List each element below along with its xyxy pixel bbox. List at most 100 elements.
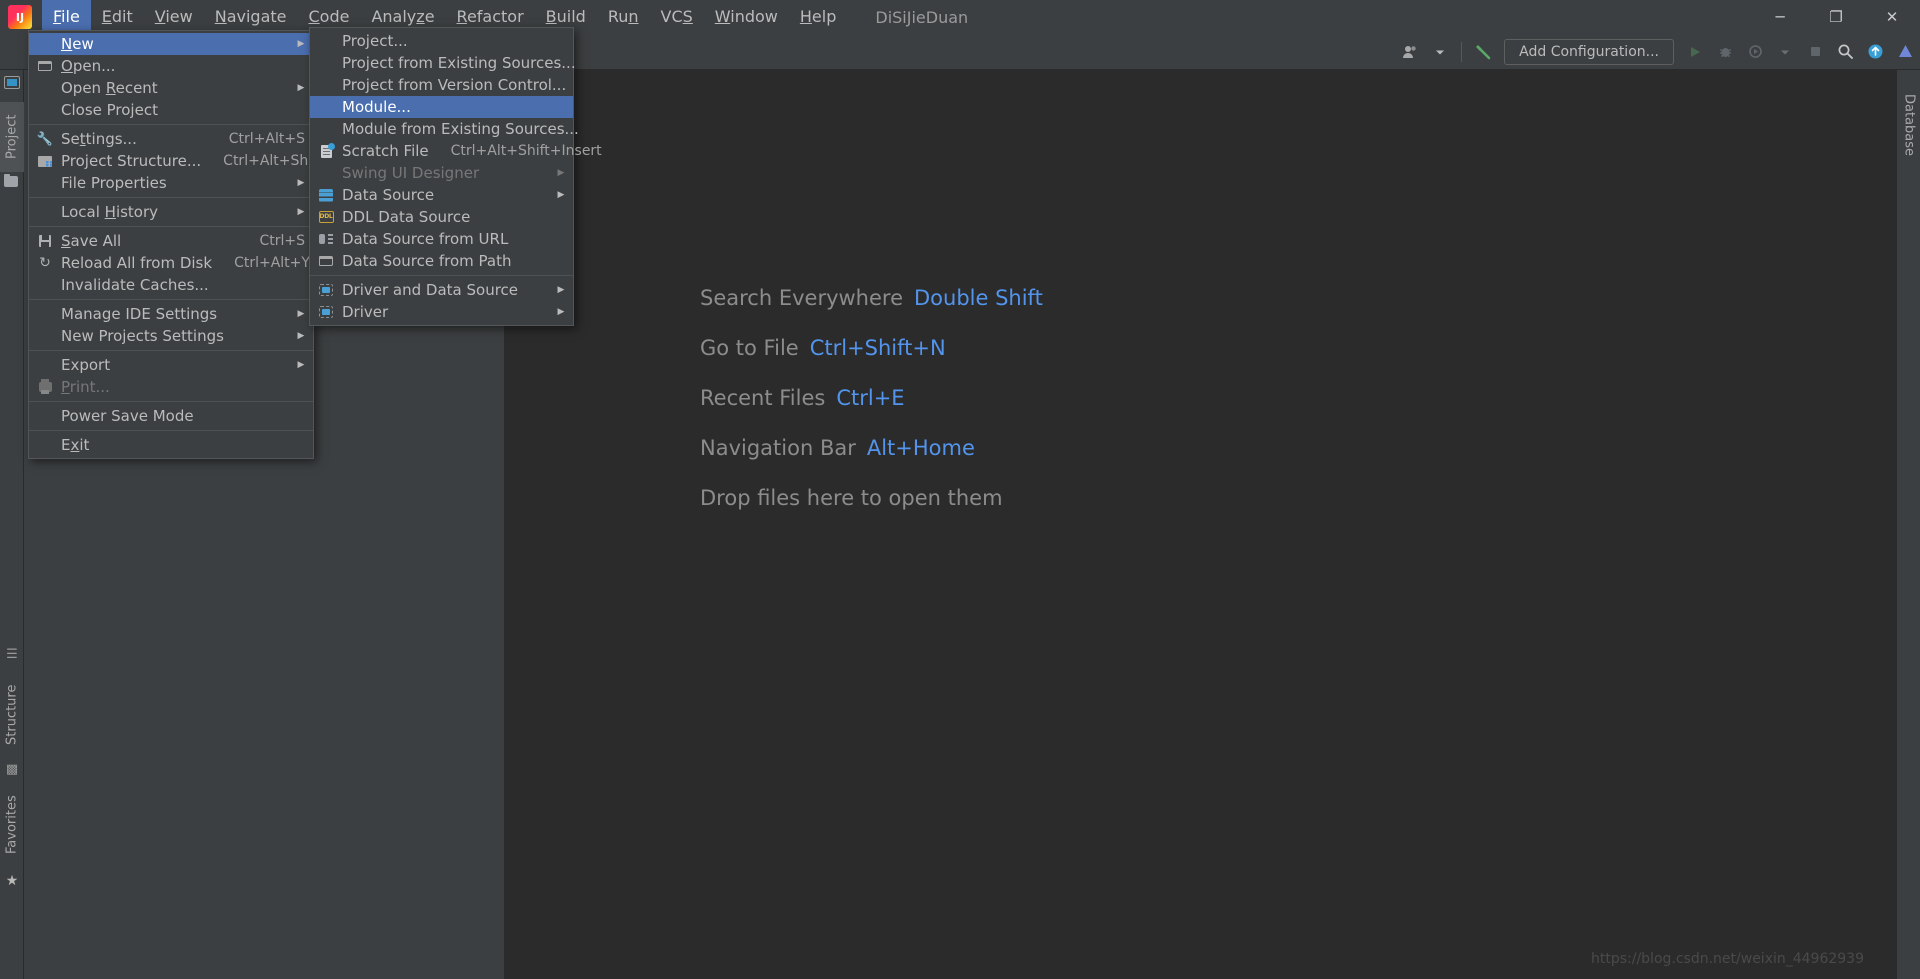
menu-item-label: Project from Version Control... bbox=[342, 76, 567, 94]
file-menu-open-recent[interactable]: Open Recent ▶ bbox=[29, 77, 313, 99]
new-ddl-data-source[interactable]: DDL DDL Data Source bbox=[310, 206, 573, 228]
tip-label: Search Everywhere bbox=[700, 286, 903, 310]
file-menu-project-structure[interactable]: Project Structure... Ctrl+Alt+Shift+S bbox=[29, 150, 343, 172]
file-menu-reload-all[interactable]: ↻ Reload All from Disk Ctrl+Alt+Y bbox=[29, 252, 313, 274]
chevron-down-icon[interactable] bbox=[1770, 39, 1800, 65]
new-project[interactable]: Project... bbox=[310, 30, 573, 52]
new-module[interactable]: Module... bbox=[310, 96, 573, 118]
tip-shortcut: Double Shift bbox=[914, 286, 1043, 310]
menu-item-label: Project from Existing Sources... bbox=[342, 54, 576, 72]
folder-icon bbox=[316, 253, 336, 269]
data-source-url-icon bbox=[316, 231, 336, 247]
menu-window[interactable]: Window bbox=[704, 0, 789, 34]
window-controls: ─ ❐ ✕ bbox=[1752, 0, 1920, 34]
submenu-arrow-icon: ▶ bbox=[297, 178, 305, 188]
search-icon[interactable] bbox=[1830, 39, 1860, 65]
menu-item-shortcut: Ctrl+Alt+Shift+Insert bbox=[450, 143, 602, 159]
menu-help[interactable]: Help bbox=[789, 0, 847, 34]
right-tool-strip: Database bbox=[1896, 70, 1920, 979]
no-icon-placeholder bbox=[35, 328, 55, 344]
new-data-source-from-url[interactable]: Data Source from URL bbox=[310, 228, 573, 250]
menu-item-label: Print... bbox=[61, 378, 110, 396]
close-button[interactable]: ✕ bbox=[1864, 0, 1920, 34]
no-icon-placeholder bbox=[35, 175, 55, 191]
file-menu-save-all[interactable]: Save All Ctrl+S bbox=[29, 230, 313, 252]
ddl-data-source-icon: DDL bbox=[316, 209, 336, 225]
new-project-from-version-control[interactable]: Project from Version Control... bbox=[310, 74, 573, 96]
menu-separator bbox=[29, 350, 313, 351]
file-menu-new-projects-settings[interactable]: New Projects Settings ▶ bbox=[29, 325, 313, 347]
new-project-from-existing-sources[interactable]: Project from Existing Sources... bbox=[310, 52, 576, 74]
sidebar-item-database[interactable]: Database bbox=[1897, 80, 1920, 170]
menu-item-label: Manage IDE Settings bbox=[61, 305, 218, 323]
file-menu-file-properties[interactable]: File Properties ▶ bbox=[29, 172, 313, 194]
submenu-arrow-icon: ▶ bbox=[557, 168, 565, 178]
menu-item-label: Project... bbox=[342, 32, 408, 50]
run-with-coverage-icon[interactable] bbox=[1740, 39, 1770, 65]
debug-bug-icon[interactable] bbox=[1710, 39, 1740, 65]
file-menu-close-project[interactable]: Close Project bbox=[29, 99, 313, 121]
menu-file[interactable]: File bbox=[42, 0, 91, 34]
menu-item-label: Module from Existing Sources... bbox=[342, 120, 579, 138]
menu-run[interactable]: Run bbox=[597, 0, 650, 34]
tip-recent-files: Recent Files Ctrl+E bbox=[700, 386, 1043, 410]
submenu-arrow-icon: ▶ bbox=[297, 39, 305, 49]
hammer-build-icon[interactable] bbox=[1468, 39, 1498, 65]
user-account-icon[interactable] bbox=[1395, 39, 1425, 65]
sidebar-item-favorites[interactable]: Favorites bbox=[0, 780, 24, 870]
file-menu-manage-ide-settings[interactable]: Manage IDE Settings ▶ bbox=[29, 303, 313, 325]
file-menu-open[interactable]: Open... bbox=[29, 55, 313, 77]
tip-shortcut: Alt+Home bbox=[866, 436, 975, 460]
no-icon-placeholder bbox=[316, 77, 336, 93]
new-module-from-existing-sources[interactable]: Module from Existing Sources... bbox=[310, 118, 579, 140]
menu-item-label: Invalidate Caches... bbox=[61, 276, 209, 294]
menu-item-label: Open... bbox=[61, 57, 116, 75]
folder-icon bbox=[4, 173, 20, 192]
menu-item-label: Data Source from Path bbox=[342, 252, 512, 270]
driver-icon bbox=[316, 282, 336, 298]
minimize-button[interactable]: ─ bbox=[1752, 0, 1808, 34]
new-driver-and-data-source[interactable]: Driver and Data Source ▶ bbox=[310, 279, 573, 301]
new-scratch-file[interactable]: Scratch File Ctrl+Alt+Shift+Insert bbox=[310, 140, 602, 162]
wrench-icon: 🔧 bbox=[36, 131, 54, 147]
file-menu-new[interactable]: New ▶ bbox=[29, 33, 313, 55]
sidebar-item-project[interactable]: Project bbox=[0, 102, 24, 172]
ide-status-icon[interactable] bbox=[1890, 39, 1920, 65]
new-data-source-from-path[interactable]: Data Source from Path bbox=[310, 250, 573, 272]
menu-item-label: File Properties bbox=[61, 174, 167, 192]
menu-vcs[interactable]: VCS bbox=[650, 0, 704, 34]
menu-edit[interactable]: Edit bbox=[91, 0, 144, 34]
run-play-icon[interactable] bbox=[1680, 39, 1710, 65]
no-icon-placeholder bbox=[35, 277, 55, 293]
menu-navigate[interactable]: Navigate bbox=[204, 0, 298, 34]
scratch-file-icon bbox=[316, 142, 336, 159]
new-data-source[interactable]: Data Source ▶ bbox=[310, 184, 573, 206]
no-icon-placeholder bbox=[35, 102, 55, 118]
file-menu-invalidate-caches[interactable]: Invalidate Caches... bbox=[29, 274, 313, 296]
project-tool-window-icon[interactable] bbox=[4, 76, 20, 92]
menu-item-label: Settings... bbox=[61, 130, 137, 148]
submenu-arrow-icon: ▶ bbox=[297, 360, 305, 370]
submenu-arrow-icon: ▶ bbox=[297, 309, 305, 319]
editor-empty-area: Search Everywhere Double Shift Go to File C… bbox=[505, 70, 1896, 979]
menu-item-label: Data Source from URL bbox=[342, 230, 509, 248]
no-icon-placeholder bbox=[35, 306, 55, 322]
new-driver[interactable]: Driver ▶ bbox=[310, 301, 573, 323]
file-menu-power-save-mode[interactable]: Power Save Mode bbox=[29, 405, 313, 427]
file-menu-export[interactable]: Export ▶ bbox=[29, 354, 313, 376]
file-menu-settings[interactable]: 🔧 Settings... Ctrl+Alt+S bbox=[29, 128, 313, 150]
stop-icon[interactable] bbox=[1800, 39, 1830, 65]
add-configuration-button[interactable]: Add Configuration... bbox=[1504, 38, 1674, 65]
menu-view[interactable]: View bbox=[144, 0, 204, 34]
file-menu-local-history[interactable]: Local History ▶ bbox=[29, 201, 313, 223]
sidebar-item-structure[interactable]: Structure bbox=[0, 670, 24, 760]
menu-item-shortcut: Ctrl+S bbox=[259, 233, 305, 249]
menu-item-label: Local History bbox=[61, 203, 159, 221]
file-menu-exit[interactable]: Exit bbox=[29, 434, 313, 456]
menu-separator bbox=[29, 401, 313, 402]
chevron-down-icon[interactable] bbox=[1425, 39, 1455, 65]
submenu-arrow-icon: ▶ bbox=[297, 331, 305, 341]
data-source-icon bbox=[316, 187, 336, 203]
maximize-button[interactable]: ❐ bbox=[1808, 0, 1864, 34]
update-available-icon[interactable] bbox=[1860, 39, 1890, 65]
